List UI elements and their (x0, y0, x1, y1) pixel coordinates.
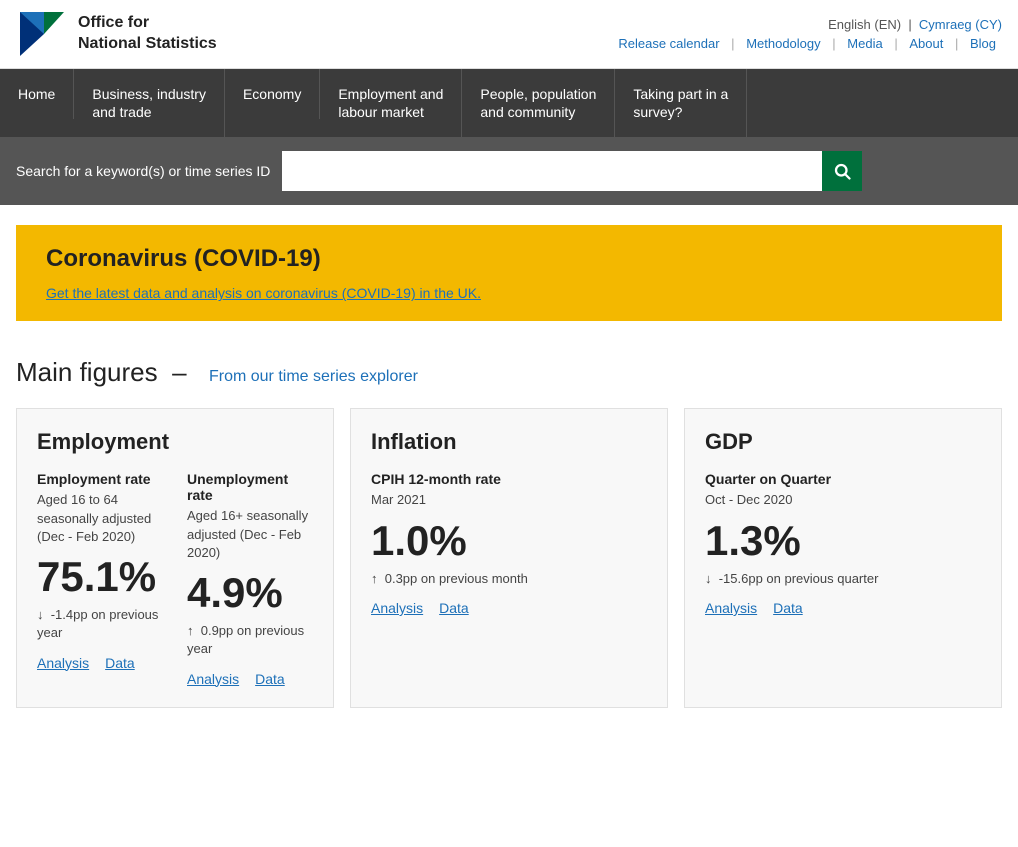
card-gdp-body: Quarter on Quarter Oct - Dec 2020 1.3% ↓… (705, 471, 981, 616)
nav-item-survey[interactable]: Taking part in asurvey? (615, 69, 747, 137)
gdp-data-link[interactable]: Data (773, 600, 803, 616)
stat-gdp: Quarter on Quarter Oct - Dec 2020 1.3% ↓… (705, 471, 981, 616)
stat-unemployment-rate-value: 4.9% (187, 570, 313, 616)
nav-item-employment[interactable]: Employment andlabour market (320, 69, 462, 137)
stat-employment-rate-change: ↓ -1.4pp on previous year (37, 606, 163, 642)
search-label: Search for a keyword(s) or time series I… (16, 163, 270, 179)
stat-inflation-sub: Mar 2021 (371, 491, 647, 509)
stat-employment-rate: Employment rate Aged 16 to 64 seasonally… (37, 471, 163, 686)
search-input-wrap (282, 151, 862, 191)
stat-inflation-change: ↑ 0.3pp on previous month (371, 570, 647, 588)
nav-item-people[interactable]: People, populationand community (462, 69, 615, 137)
nav-item-business[interactable]: Business, industryand trade (74, 69, 225, 137)
covid-banner: Coronavirus (COVID-19) Get the latest da… (16, 225, 1002, 321)
top-bar: Office for National Statistics English (… (0, 0, 1018, 69)
blog-link[interactable]: Blog (970, 36, 996, 51)
card-gdp: GDP Quarter on Quarter Oct - Dec 2020 1.… (684, 408, 1002, 707)
methodology-link[interactable]: Methodology (746, 36, 820, 51)
search-icon (833, 162, 851, 180)
main-figures-section: Main figures – From our time series expl… (0, 341, 1018, 707)
cards-row: Employment Employment rate Aged 16 to 64… (16, 408, 1002, 707)
card-inflation-body: CPIH 12-month rate Mar 2021 1.0% ↑ 0.3pp… (371, 471, 647, 616)
card-gdp-title: GDP (705, 429, 981, 455)
stat-unemployment-rate-change: ↑ 0.9pp on previous year (187, 622, 313, 658)
main-nav: Home Business, industryand trade Economy… (0, 69, 1018, 137)
top-links: Release calendar | Methodology | Media |… (612, 36, 1002, 51)
top-right: English (EN) | Cymraeg (CY) Release cale… (612, 17, 1002, 51)
time-series-link[interactable]: From our time series explorer (209, 368, 418, 385)
media-link[interactable]: Media (847, 36, 882, 51)
main-figures-heading: Main figures – From our time series expl… (16, 357, 1002, 388)
about-link[interactable]: About (909, 36, 943, 51)
stat-employment-rate-value: 75.1% (37, 554, 163, 600)
stat-unemployment-rate: Unemployment rate Aged 16+ seasonally ad… (187, 471, 313, 686)
stat-inflation: CPIH 12-month rate Mar 2021 1.0% ↑ 0.3pp… (371, 471, 647, 616)
search-bar: Search for a keyword(s) or time series I… (0, 137, 1018, 205)
nav-item-economy[interactable]: Economy (225, 69, 320, 119)
card-inflation: Inflation CPIH 12-month rate Mar 2021 1.… (350, 408, 668, 707)
stat-employment-rate-label: Employment rate (37, 471, 163, 487)
stat-gdp-label: Quarter on Quarter (705, 471, 981, 487)
card-employment: Employment Employment rate Aged 16 to 64… (16, 408, 334, 707)
gdp-analysis-link[interactable]: Analysis (705, 600, 757, 616)
search-button[interactable] (822, 151, 862, 191)
inflation-analysis-link[interactable]: Analysis (371, 600, 423, 616)
lang-cy-link[interactable]: Cymraeg (CY) (919, 17, 1002, 32)
card-employment-title: Employment (37, 429, 313, 455)
stat-inflation-value: 1.0% (371, 518, 647, 564)
card-inflation-title: Inflation (371, 429, 647, 455)
stat-unemployment-rate-links: Analysis Data (187, 671, 313, 687)
stat-unemployment-rate-sub: Aged 16+ seasonally adjusted (Dec - Feb … (187, 507, 313, 562)
nav-item-home[interactable]: Home (0, 69, 74, 119)
ons-logo-icon (16, 8, 68, 60)
stat-employment-rate-links: Analysis Data (37, 655, 163, 671)
stat-gdp-sub: Oct - Dec 2020 (705, 491, 981, 509)
lang-en-label: English (EN) (828, 17, 901, 32)
employment-rate-analysis-link[interactable]: Analysis (37, 655, 89, 671)
inflation-data-link[interactable]: Data (439, 600, 469, 616)
stat-inflation-label: CPIH 12-month rate (371, 471, 647, 487)
stat-gdp-links: Analysis Data (705, 600, 981, 616)
stat-gdp-change: ↓ -15.6pp on previous quarter (705, 570, 981, 588)
stat-unemployment-rate-label: Unemployment rate (187, 471, 313, 503)
unemployment-rate-data-link[interactable]: Data (255, 671, 285, 687)
stat-employment-rate-sub: Aged 16 to 64 seasonally adjusted (Dec -… (37, 491, 163, 546)
stat-gdp-value: 1.3% (705, 518, 981, 564)
covid-link[interactable]: Get the latest data and analysis on coro… (46, 285, 481, 301)
logo-text: Office for National Statistics (78, 13, 217, 55)
stat-inflation-links: Analysis Data (371, 600, 647, 616)
unemployment-rate-analysis-link[interactable]: Analysis (187, 671, 239, 687)
lang-bar: English (EN) | Cymraeg (CY) (612, 17, 1002, 32)
search-input[interactable] (282, 151, 822, 191)
logo-area: Office for National Statistics (16, 8, 217, 60)
employment-rate-data-link[interactable]: Data (105, 655, 135, 671)
release-calendar-link[interactable]: Release calendar (618, 36, 719, 51)
card-employment-body: Employment rate Aged 16 to 64 seasonally… (37, 471, 313, 686)
covid-title: Coronavirus (COVID-19) (46, 245, 978, 273)
